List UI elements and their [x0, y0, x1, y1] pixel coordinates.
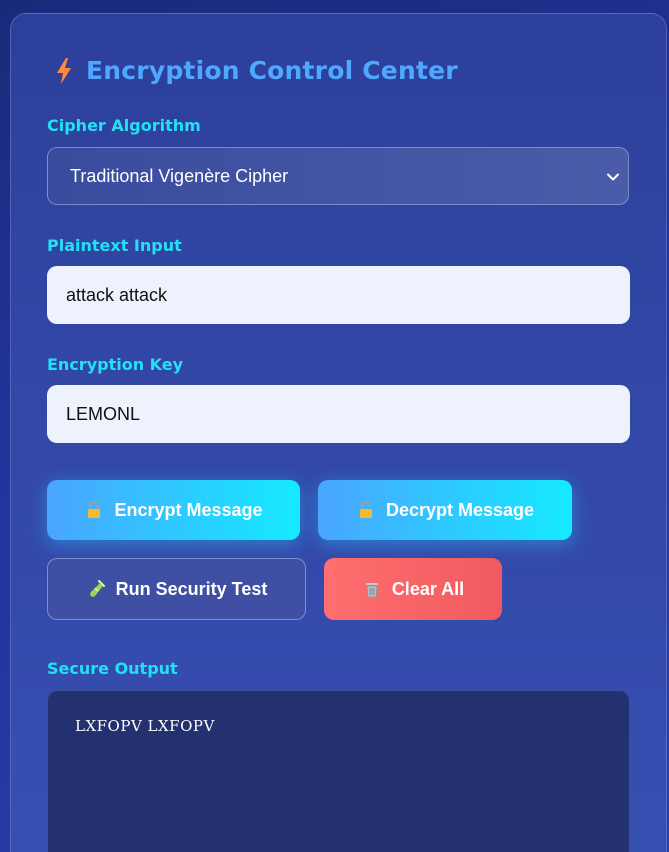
test-tube-icon [89, 580, 105, 597]
cipher-algorithm-label: Cipher Algorithm [47, 116, 201, 135]
run-security-test-label: Run Security Test [115, 578, 268, 599]
plaintext-input[interactable]: attack attack [47, 266, 630, 324]
cipher-algorithm-select[interactable]: Traditional Vigenère Cipher [47, 147, 629, 205]
lock-icon [88, 501, 101, 518]
encryption-key-input[interactable]: LEMONL [47, 385, 630, 443]
secure-output-box: LXFOPV LXFOPV [47, 690, 630, 852]
header: Encryption Control Center [54, 56, 458, 85]
chevron-down-icon [607, 173, 619, 181]
secure-output-label: Secure Output [47, 659, 178, 678]
page-title: Encryption Control Center [86, 56, 458, 85]
secure-output-value: LXFOPV LXFOPV [75, 717, 215, 735]
clear-all-label: Clear All [391, 578, 465, 599]
run-security-test-button[interactable]: Run Security Test [47, 558, 306, 620]
unlock-icon [359, 501, 372, 518]
plaintext-input-label: Plaintext Input [47, 236, 182, 255]
decrypt-message-button[interactable]: Decrypt Message [318, 480, 572, 540]
encrypt-message-button[interactable]: Encrypt Message [47, 480, 300, 540]
decrypt-message-label: Decrypt Message [385, 499, 535, 520]
encryption-key-value: LEMONL [66, 403, 141, 424]
encrypt-message-label: Encrypt Message [114, 499, 263, 520]
lightning-bolt-icon [57, 57, 71, 84]
encryption-key-label: Encryption Key [47, 355, 184, 374]
trash-icon [365, 583, 378, 598]
cipher-algorithm-value: Traditional Vigenère Cipher [70, 165, 289, 186]
clear-all-button[interactable]: Clear All [324, 558, 502, 620]
plaintext-input-value: attack attack [66, 284, 168, 305]
